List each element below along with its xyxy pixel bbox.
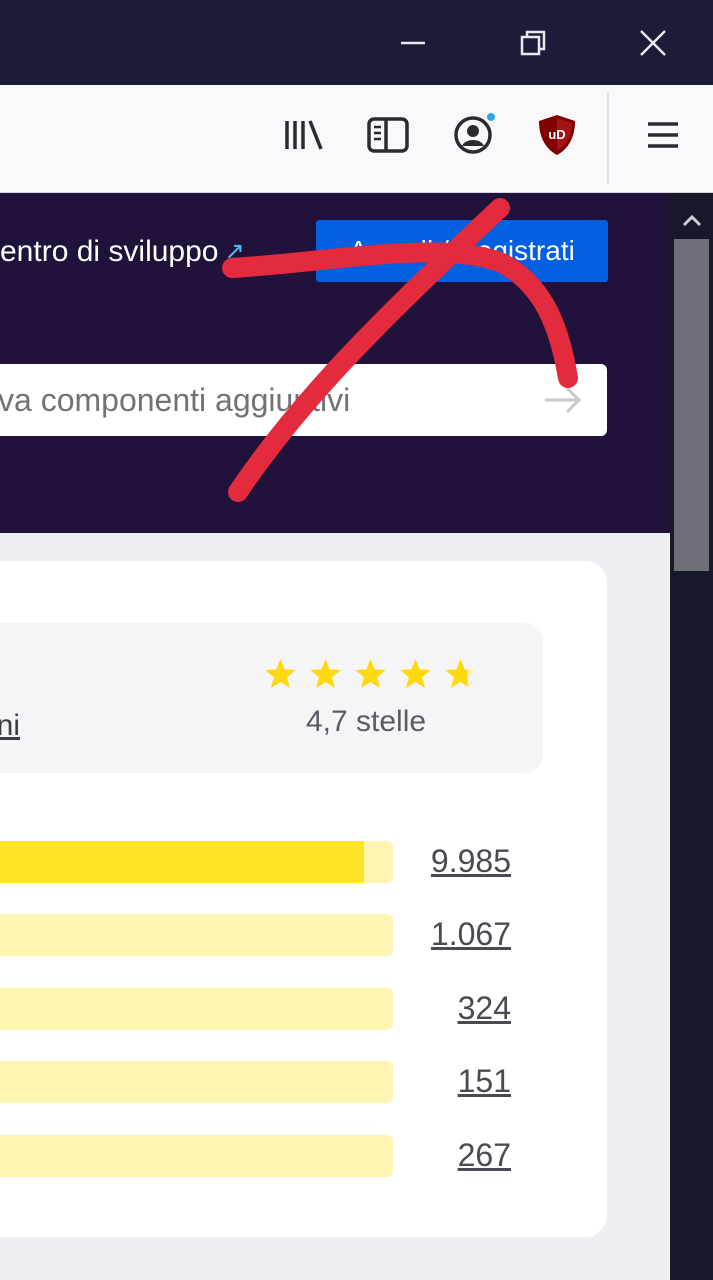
external-link-icon: ↗ <box>224 238 245 265</box>
minimize-button[interactable] <box>358 0 468 85</box>
reviews-link[interactable]: oni <box>0 709 20 743</box>
rating-summary: oni 4,7 stelle <box>0 623 543 773</box>
search-submit-button[interactable] <box>538 378 588 422</box>
star-rating <box>263 657 478 692</box>
browser-toolbar: uD <box>0 85 713 193</box>
minimize-icon <box>401 41 425 44</box>
arrow-right-icon <box>545 386 582 414</box>
ublock-label: uD <box>548 127 565 142</box>
rating-count-link[interactable]: 151 <box>458 1063 511 1100</box>
developer-hub-link[interactable]: entro di sviluppo ↗ <box>0 235 245 269</box>
rating-bar-track <box>0 1061 393 1103</box>
scrollbar-thumb[interactable] <box>674 239 709 571</box>
sidebar-icon <box>367 117 409 153</box>
window-titlebar <box>0 0 713 85</box>
search-input[interactable] <box>0 364 530 436</box>
restore-button[interactable] <box>478 0 588 85</box>
rating-count-link[interactable]: 324 <box>458 990 511 1027</box>
close-icon <box>640 29 666 56</box>
close-button[interactable] <box>598 0 708 85</box>
sidebar-button[interactable] <box>358 105 418 165</box>
login-button[interactable]: Accedi / Registrati <box>316 220 608 282</box>
page-viewport: entro di sviluppo↗ Accedi / Registrati o… <box>0 193 670 1280</box>
star-icon <box>310 659 341 688</box>
site-header: entro di sviluppo ↗ Accedi / Registrati <box>0 193 670 533</box>
account-button[interactable] <box>443 105 503 165</box>
restore-icon <box>520 30 546 55</box>
rating-bar-row: 267 <box>0 1135 543 1177</box>
developer-hub-label: entro di sviluppo <box>0 235 219 268</box>
ublock-origin-icon: uD <box>539 115 575 155</box>
star-icon <box>400 659 431 688</box>
rating-count-link[interactable]: 1.067 <box>431 916 511 953</box>
menu-icon <box>648 122 678 148</box>
library-button[interactable] <box>274 105 334 165</box>
rating-bar-row: 9.985 <box>0 841 543 883</box>
rating-bar-track <box>0 1135 393 1177</box>
notification-dot <box>485 111 497 123</box>
scroll-up-button[interactable] <box>670 201 713 241</box>
rating-count-link[interactable]: 267 <box>458 1137 511 1174</box>
rating-bar-track <box>0 988 393 1030</box>
rating-bar-row: 1.067 <box>0 914 543 956</box>
rating-bar-row: 151 <box>0 1061 543 1103</box>
rating-bar-fill <box>0 841 365 883</box>
rating-text: 4,7 stelle <box>306 705 427 738</box>
star-icon <box>355 659 386 688</box>
toolbar-separator <box>607 93 609 185</box>
app-menu-button[interactable] <box>633 105 693 165</box>
ratings-card: oni 4,7 stelle 9.985 1.067 324 151 267 <box>0 561 607 1237</box>
rating-bar-row: 324 <box>0 988 543 1030</box>
star-icon <box>445 659 476 688</box>
ublock-origin-button[interactable]: uD <box>527 105 587 165</box>
chevron-up-icon <box>682 214 701 227</box>
library-icon <box>285 120 323 150</box>
search-box <box>0 364 607 436</box>
rating-bar-track <box>0 914 393 956</box>
vertical-scrollbar[interactable] <box>670 193 713 1280</box>
star-icon <box>265 659 296 688</box>
rating-count-link[interactable]: 9.985 <box>431 843 511 880</box>
rating-bar-track <box>0 841 393 883</box>
